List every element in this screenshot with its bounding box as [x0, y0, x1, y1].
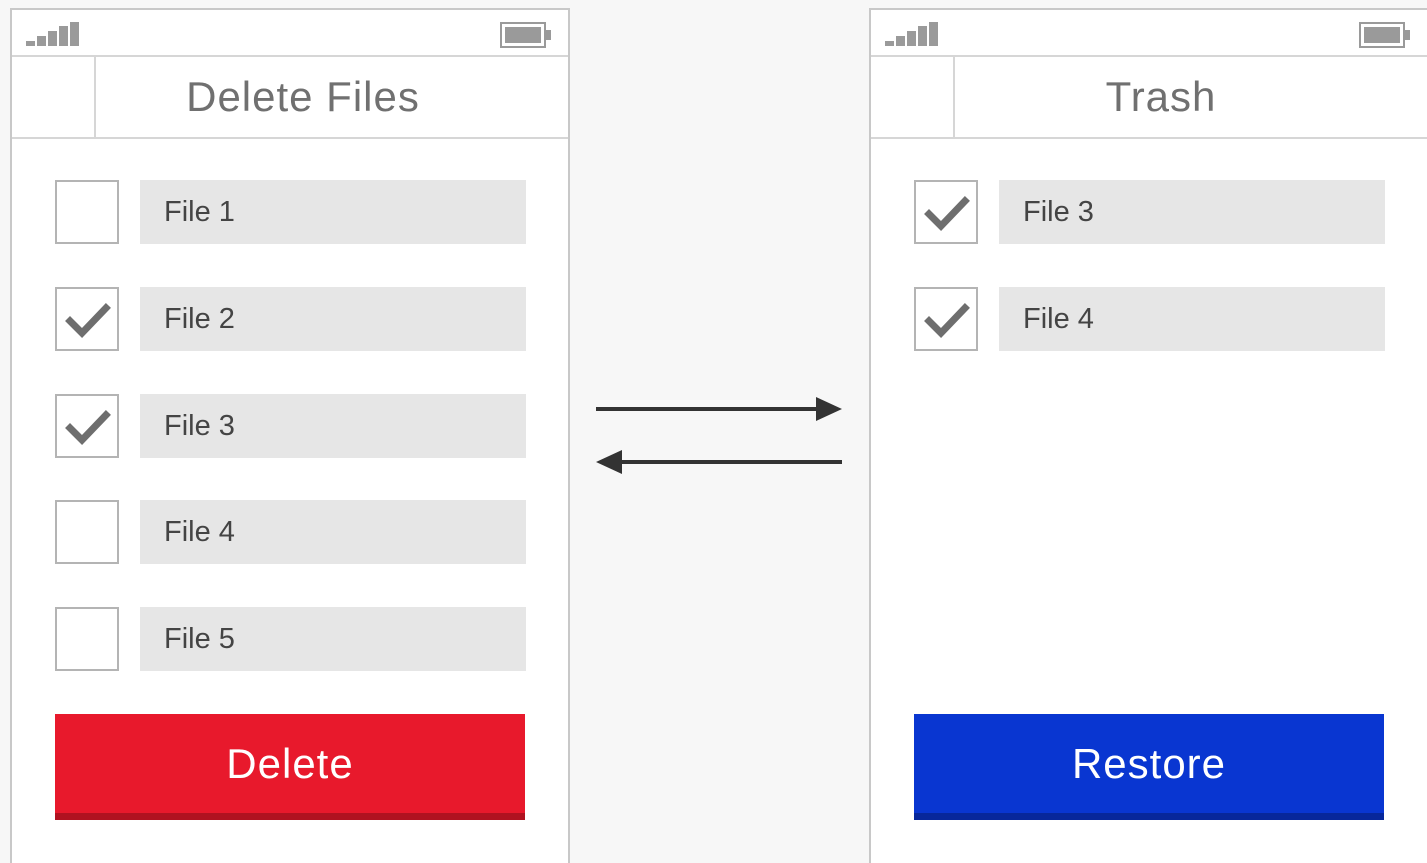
- trash-file-3-checkbox[interactable]: [914, 180, 978, 244]
- arrow-right-icon: [596, 397, 842, 421]
- arrow-left-icon: [596, 450, 842, 474]
- trash-file-4-field[interactable]: File 4: [999, 287, 1385, 351]
- nav-back-slot[interactable]: [12, 57, 96, 137]
- navigation-bar: Delete Files: [12, 57, 568, 139]
- file-3-field[interactable]: File 3: [140, 394, 526, 458]
- status-bar: [12, 10, 568, 57]
- file-4-field[interactable]: File 4: [140, 500, 526, 564]
- checkmark-icon: [924, 303, 970, 339]
- signal-strength-icon: [26, 22, 79, 46]
- delete-files-screen: Delete Files File 1 File 2 File 3 File 4…: [10, 8, 570, 863]
- file-3-checkbox[interactable]: [55, 394, 119, 458]
- nav-back-slot[interactable]: [871, 57, 955, 137]
- file-5-field[interactable]: File 5: [140, 607, 526, 671]
- file-2-checkbox[interactable]: [55, 287, 119, 351]
- file-4-checkbox[interactable]: [55, 500, 119, 564]
- file-2-field[interactable]: File 2: [140, 287, 526, 351]
- file-1-checkbox[interactable]: [55, 180, 119, 244]
- page-title: Delete Files: [186, 73, 420, 120]
- file-1-field[interactable]: File 1: [140, 180, 526, 244]
- checkmark-icon: [65, 410, 111, 446]
- signal-strength-icon: [885, 22, 938, 46]
- checkmark-icon: [65, 303, 111, 339]
- wireframe-stage: Delete Files File 1 File 2 File 3 File 4…: [0, 0, 1427, 863]
- transfer-arrows: [596, 397, 842, 474]
- trash-file-4-checkbox[interactable]: [914, 287, 978, 351]
- restore-button[interactable]: Restore: [914, 714, 1384, 820]
- battery-icon: [1359, 22, 1410, 48]
- trash-file-3-field[interactable]: File 3: [999, 180, 1385, 244]
- delete-button[interactable]: Delete: [55, 714, 525, 820]
- page-title: Trash: [1105, 73, 1217, 120]
- file-5-checkbox[interactable]: [55, 607, 119, 671]
- trash-screen: Trash File 3 File 4 Restore: [869, 8, 1427, 863]
- checkmark-icon: [924, 196, 970, 232]
- navigation-bar: Trash: [871, 57, 1427, 139]
- battery-icon: [500, 22, 551, 48]
- status-bar: [871, 10, 1427, 57]
